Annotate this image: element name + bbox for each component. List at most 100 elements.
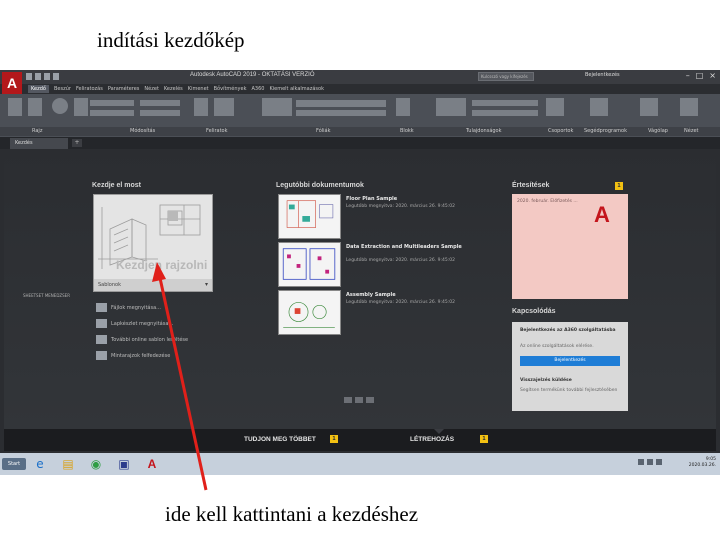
close-button[interactable]: × bbox=[709, 71, 716, 80]
recent-document-date: Legutóbb megnyitva: 2020. március 26. 9:… bbox=[346, 300, 455, 305]
tab-addins[interactable]: Bővítmények bbox=[214, 86, 247, 92]
maximize-button[interactable]: □ bbox=[696, 71, 704, 80]
create-tab[interactable]: LÉTREHOZÁS bbox=[410, 436, 454, 443]
undo-icon[interactable] bbox=[53, 73, 59, 80]
sheetset-manager-link[interactable]: SHEETSET MENEDZSER bbox=[23, 293, 70, 298]
tab-start[interactable]: Kezdés bbox=[10, 138, 68, 149]
data-extraction-thumbnail bbox=[278, 242, 341, 287]
panel-layers[interactable]: Fóliák bbox=[316, 128, 331, 134]
panel-draw[interactable]: Rajz bbox=[32, 128, 42, 134]
a360-signin-button[interactable]: Bejelentkezés bbox=[520, 356, 620, 366]
measure-icon[interactable] bbox=[590, 98, 608, 116]
paste-icon[interactable] bbox=[640, 98, 658, 116]
tab-featured-apps[interactable]: Kiemelt alkalmazások bbox=[269, 86, 324, 92]
template-icon bbox=[96, 335, 107, 344]
recent-document-name: Assembly Sample bbox=[346, 292, 396, 298]
ribbon-panel-labels: Rajz Módosítás Feliratok Fóliák Blokk Tu… bbox=[0, 127, 720, 136]
chevron-down-icon: ▾ bbox=[204, 281, 208, 288]
line-tool-icon[interactable] bbox=[8, 98, 22, 116]
fillet-tool-icon[interactable] bbox=[140, 110, 180, 116]
tab-home[interactable]: Kezdő bbox=[28, 85, 49, 93]
internet-explorer-icon[interactable]: e bbox=[32, 456, 48, 472]
tab-output[interactable]: Kimenet bbox=[188, 86, 209, 92]
notification-card[interactable]: 2020. február. Előfizetés ... A bbox=[512, 194, 628, 299]
base-view-icon[interactable] bbox=[680, 98, 698, 116]
tab-insert[interactable]: Beszúr bbox=[54, 86, 71, 92]
recent-document-item[interactable]: Floor Plan Sample Legutóbb megnyitva: 20… bbox=[278, 194, 478, 239]
arc-tool-icon[interactable] bbox=[74, 98, 88, 116]
start-drawing-card[interactable]: Kezdjen rajzolni Sablonok ▾ bbox=[93, 194, 213, 292]
open-sheet-set-action[interactable]: Lapkészlet megnyitása... bbox=[96, 319, 173, 328]
signin-button[interactable]: Bejelentkezés bbox=[585, 72, 620, 78]
circle-tool-icon[interactable] bbox=[52, 98, 68, 114]
view-small-icon[interactable] bbox=[355, 397, 363, 403]
view-large-icon[interactable] bbox=[344, 397, 352, 403]
save-icon[interactable] bbox=[44, 73, 50, 80]
polyline-tool-icon[interactable] bbox=[28, 98, 42, 116]
tab-parametric[interactable]: Paraméteres bbox=[108, 86, 140, 92]
autocad-taskbar-icon[interactable]: A bbox=[144, 456, 160, 472]
notifications-badge: 1 bbox=[615, 182, 623, 190]
recent-document-item[interactable]: Data Extraction and Multileaders Sample … bbox=[278, 242, 478, 287]
panel-utilities[interactable]: Segédprogramok bbox=[584, 128, 627, 134]
move-tool-icon[interactable] bbox=[90, 100, 134, 106]
recent-documents-heading: Legutóbbi dokumentumok bbox=[276, 182, 364, 189]
panel-annotation[interactable]: Feliratok bbox=[206, 128, 228, 134]
slide-title: indítási kezdőkép bbox=[97, 28, 245, 52]
layer-tools-row[interactable] bbox=[296, 110, 386, 116]
trim-tool-icon[interactable] bbox=[140, 100, 180, 106]
window-controls: – □ × bbox=[686, 71, 716, 80]
new-icon[interactable] bbox=[26, 73, 32, 80]
save-disk-icon[interactable]: ▣ bbox=[116, 456, 132, 472]
panel-modify[interactable]: Módosítás bbox=[130, 128, 155, 134]
layer-dropdown[interactable] bbox=[296, 100, 386, 107]
text-tool-icon[interactable] bbox=[194, 98, 208, 116]
tab-annotate[interactable]: Feliratozás bbox=[76, 86, 103, 92]
recent-document-date: Legutóbb megnyitva: 2020. március 26. 9:… bbox=[346, 258, 455, 263]
a360-signin-title: Bejelentkezés az A360 szolgáltatásba bbox=[520, 328, 616, 333]
match-properties-icon[interactable] bbox=[436, 98, 466, 116]
tab-view[interactable]: Nézet bbox=[144, 86, 158, 92]
recent-docs-view-toggles[interactable] bbox=[344, 397, 374, 403]
recent-document-date: Legutóbb megnyitva: 2020. március 26. 9:… bbox=[346, 204, 455, 209]
open-icon[interactable] bbox=[35, 73, 41, 80]
panel-clipboard[interactable]: Vágólap bbox=[648, 128, 668, 134]
explore-samples-action[interactable]: Mintarajzok felfedezése bbox=[96, 351, 170, 360]
tab-a360[interactable]: A360 bbox=[251, 86, 264, 92]
get-templates-action[interactable]: További online sablon letöltése bbox=[96, 335, 188, 344]
recent-document-name: Floor Plan Sample bbox=[346, 196, 398, 202]
assembly-thumbnail bbox=[278, 290, 341, 335]
system-clock[interactable]: 9:05 2020.03.26. bbox=[640, 457, 716, 471]
group-icon[interactable] bbox=[546, 98, 564, 116]
samples-icon bbox=[96, 351, 107, 360]
chrome-icon[interactable]: ◉ bbox=[88, 456, 104, 472]
templates-dropdown[interactable]: Sablonok ▾ bbox=[94, 279, 212, 291]
tab-manage[interactable]: Kezelés bbox=[164, 86, 183, 92]
windows-start-button[interactable]: Start bbox=[2, 458, 26, 470]
minimize-button[interactable]: – bbox=[686, 71, 690, 80]
slide-caption: ide kell kattintani a kezdéshez bbox=[165, 502, 419, 526]
dimension-tool-icon[interactable] bbox=[214, 98, 234, 116]
color-dropdown[interactable] bbox=[472, 100, 538, 106]
feedback-subtitle[interactable]: Segítsen termékünk további fejlesztésébe… bbox=[520, 388, 620, 394]
copy-tool-icon[interactable] bbox=[90, 110, 134, 116]
panel-view[interactable]: Nézet bbox=[684, 128, 698, 134]
learn-tab[interactable]: TUDJON MEG TÖBBET bbox=[244, 436, 316, 443]
linetype-dropdown[interactable] bbox=[472, 110, 538, 116]
floor-plan-thumbnail bbox=[278, 194, 341, 239]
open-files-action[interactable]: Fájlok megnyitása... bbox=[96, 303, 161, 312]
file-explorer-icon[interactable]: ▤ bbox=[60, 456, 76, 472]
panel-properties[interactable]: Tulajdonságok bbox=[466, 128, 502, 134]
templates-label: Sablonok bbox=[98, 282, 121, 288]
help-search-input[interactable]: Kulcsszó vagy kifejezés bbox=[478, 72, 534, 81]
recent-document-item[interactable]: Assembly Sample Legutóbb megnyitva: 2020… bbox=[278, 290, 478, 335]
layer-properties-icon[interactable] bbox=[262, 98, 292, 116]
autodesk-logo-icon: A bbox=[594, 202, 610, 227]
panel-block[interactable]: Blokk bbox=[400, 128, 414, 134]
panel-groups[interactable]: Csoportok bbox=[548, 128, 573, 134]
insert-block-icon[interactable] bbox=[396, 98, 410, 116]
new-tab-button[interactable]: + bbox=[72, 139, 82, 147]
view-list-icon[interactable] bbox=[366, 397, 374, 403]
application-menu-button[interactable]: A bbox=[2, 72, 22, 94]
quick-access-toolbar[interactable] bbox=[26, 73, 66, 81]
